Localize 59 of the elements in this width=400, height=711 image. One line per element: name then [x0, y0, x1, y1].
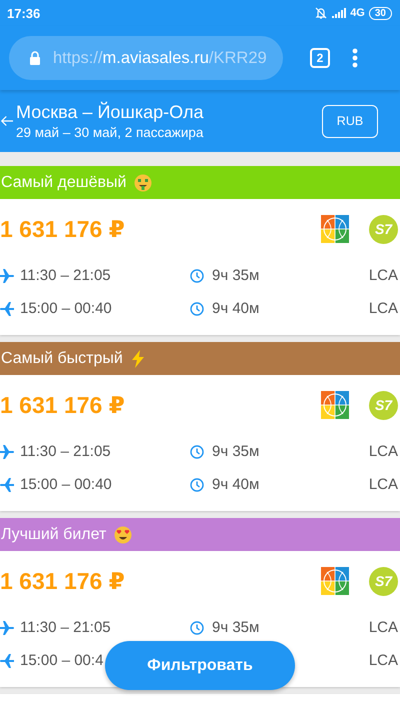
address-bar[interactable]: https://m.aviasales.ru/KRR29 [9, 36, 283, 80]
network-type: 4G [350, 7, 365, 19]
flight-times: 11:30 – 21:05 [20, 443, 112, 460]
flight-duration: 9ч 35м [212, 443, 260, 460]
clock-icon [190, 620, 204, 634]
trip-details: 29 май – 30 май, 2 пассажира [16, 125, 204, 140]
ticket-price: 1 631 176 ₽ [0, 392, 125, 418]
airport-code: LCA [368, 300, 398, 317]
globe-logo-icon [321, 567, 349, 595]
clock-icon [190, 444, 204, 458]
airline-logo: S7 [369, 390, 398, 420]
airplane-icon [0, 268, 14, 282]
clock-icon [190, 478, 204, 492]
flight-duration: 9ч 35м [212, 619, 260, 636]
heart-eyes-icon [114, 526, 132, 544]
airplane-icon [0, 478, 14, 492]
airplane-icon [0, 302, 14, 316]
currency-button[interactable]: RUB [322, 104, 378, 138]
back-arrow-icon[interactable] [0, 115, 14, 127]
flight-duration: 9ч 40м [212, 476, 260, 493]
ticket-card[interactable]: 1 631 176 ₽ S7 11:30 – 21:05 9ч 35м LCA 15:00 – 00:40 9ч 40м LCA [0, 375, 400, 511]
globe-logo-icon [321, 215, 349, 243]
flight-times: 15:00 – 00:40 [20, 476, 113, 493]
clock-icon [190, 268, 204, 282]
tab-count-button[interactable]: 2 [310, 48, 330, 68]
url-text: https://m.aviasales.ru/KRR29 [53, 48, 267, 68]
ticket-price: 1 631 176 ₽ [0, 568, 125, 594]
airplane-icon [0, 620, 14, 634]
category-title: Самый дешёвый [1, 174, 126, 192]
category-title: Самый быстрый [1, 350, 123, 368]
ticket-price: 1 631 176 ₽ [0, 216, 125, 242]
airport-code: LCA [368, 267, 398, 284]
clock-icon [190, 302, 204, 316]
lock-icon [29, 51, 41, 65]
ticket-card[interactable]: 1 631 176 ₽ S7 11:30 – 21:05 9ч 35м LCA 15:00 – 00:40 9ч 40м LCA [0, 199, 400, 335]
status-time: 17:36 [7, 6, 40, 20]
flight-duration: 9ч 35м [212, 267, 260, 284]
airport-code: LCA [368, 652, 398, 669]
globe-logo-icon [321, 391, 349, 419]
flight-times: 11:30 – 21:05 [20, 619, 112, 636]
airplane-icon [0, 444, 14, 458]
battery-level: 30 [368, 6, 392, 20]
flight-duration: 9ч 40м [212, 300, 260, 317]
route-title: Москва – Йошкар-Ола [16, 102, 204, 123]
filter-floating-button[interactable]: Фильтровать [105, 641, 295, 690]
airline-logo: S7 [369, 214, 398, 244]
signal-icon [332, 8, 346, 18]
bell-off-icon [314, 6, 328, 20]
airport-code: LCA [368, 476, 398, 493]
airport-code: LCA [368, 443, 398, 460]
lightning-icon [130, 350, 145, 368]
more-menu-icon[interactable] [352, 48, 358, 68]
category-title: Лучший билет [1, 526, 106, 544]
money-face-icon [134, 174, 152, 192]
flight-times: 11:30 – 21:05 [20, 267, 112, 284]
airport-code: LCA [368, 619, 398, 636]
airline-logo: S7 [369, 566, 398, 596]
airplane-icon [0, 654, 14, 668]
flight-times: 15:00 – 00:40 [20, 300, 113, 317]
